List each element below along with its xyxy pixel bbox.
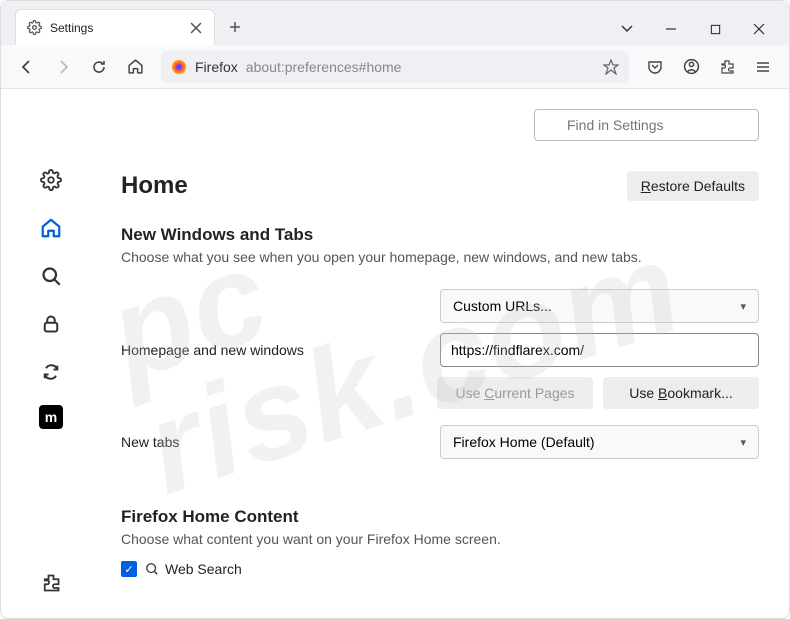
forward-button[interactable] (47, 51, 79, 83)
new-tab-button[interactable] (221, 13, 249, 41)
websearch-label: Web Search (145, 561, 242, 577)
newtabs-select[interactable]: Firefox Home (Default) ▾ (440, 425, 759, 459)
section-heading: Firefox Home Content (121, 507, 759, 527)
tab-title: Settings (50, 21, 180, 35)
search-icon (145, 562, 159, 576)
maximize-button[interactable] (693, 13, 737, 45)
tabs-dropdown-button[interactable] (605, 13, 649, 45)
page-title: Home (121, 172, 188, 200)
reload-button[interactable] (83, 51, 115, 83)
firefox-icon (171, 59, 187, 75)
back-button[interactable] (11, 51, 43, 83)
browser-tab[interactable]: Settings (15, 9, 215, 45)
section-description: Choose what you see when you open your h… (121, 249, 759, 265)
account-button[interactable] (675, 51, 707, 83)
sidebar-general[interactable] (36, 165, 66, 195)
titlebar: Settings (1, 1, 789, 45)
sidebar-addons[interactable] (36, 568, 66, 598)
homepage-mode-select[interactable]: Custom URLs... ▾ (440, 289, 759, 323)
home-button[interactable] (119, 51, 151, 83)
sidebar-search[interactable] (36, 261, 66, 291)
sidebar-extension[interactable]: m (39, 405, 63, 429)
restore-defaults-button[interactable]: Restore Defaults (627, 171, 759, 201)
select-value: Custom URLs... (453, 298, 552, 314)
sidebar: m (1, 89, 101, 618)
urlbar-label: Firefox (195, 59, 238, 75)
websearch-checkbox[interactable]: ✓ (121, 561, 137, 577)
chevron-down-icon: ▾ (740, 436, 746, 449)
section-heading: New Windows and Tabs (121, 225, 759, 245)
urlbar-url: about:preferences#home (246, 59, 402, 75)
find-settings-input[interactable] (534, 109, 759, 141)
sidebar-privacy[interactable] (36, 309, 66, 339)
chevron-down-icon: ▾ (740, 300, 746, 313)
menu-button[interactable] (747, 51, 779, 83)
sidebar-home[interactable] (36, 213, 66, 243)
gear-icon (26, 20, 42, 36)
main-content: Home Restore Defaults New Windows and Ta… (101, 89, 789, 618)
use-current-pages-button[interactable]: Use Current Pages (437, 377, 593, 409)
extensions-button[interactable] (711, 51, 743, 83)
pocket-button[interactable] (639, 51, 671, 83)
section-description: Choose what content you want on your Fir… (121, 531, 759, 547)
bookmark-star-icon[interactable] (603, 59, 619, 75)
select-value: Firefox Home (Default) (453, 434, 595, 450)
close-window-button[interactable] (737, 13, 781, 45)
use-bookmark-button[interactable]: Use Bookmark... (603, 377, 759, 409)
newtabs-label: New tabs (121, 434, 426, 450)
toolbar: Firefox about:preferences#home (1, 45, 789, 89)
minimize-button[interactable] (649, 13, 693, 45)
sidebar-sync[interactable] (36, 357, 66, 387)
close-icon[interactable] (188, 20, 204, 36)
homepage-label: Homepage and new windows (121, 342, 426, 358)
homepage-url-input[interactable] (440, 333, 759, 367)
content-area: m Home Restore Defaults New Windows and … (1, 89, 789, 618)
url-bar[interactable]: Firefox about:preferences#home (161, 51, 629, 83)
